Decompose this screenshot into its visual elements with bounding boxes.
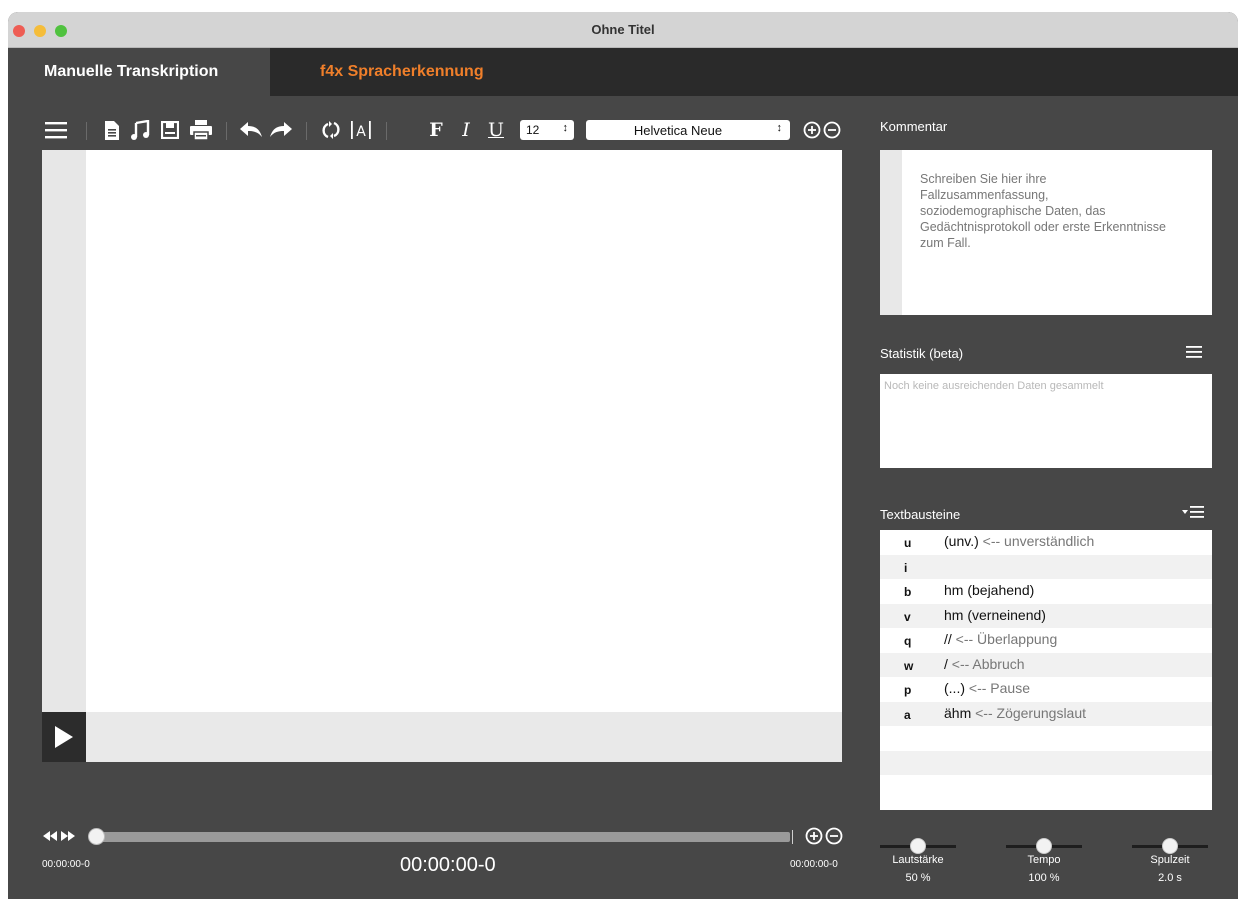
font-size-select[interactable]: 12 ↕ [520,120,574,140]
tab-manuelle-transkription[interactable]: Manuelle Transkription [8,48,270,96]
print-icon[interactable] [188,116,214,144]
slider-label: Spulzeit [1150,854,1190,866]
toolbar-separator [86,122,87,140]
statistics-label: Statistik (beta) [880,346,964,361]
sync-icon[interactable] [318,116,344,144]
slider-tempo[interactable] [1006,836,1082,856]
app-window: Ohne Titel Manuelle Transkription f4x Sp… [8,12,1238,899]
stepper-icon: ↕ [776,122,783,134]
media-transport: 00:00:00-0 00:00:00-0 00:00:00-0 [42,824,844,876]
seek-end-marker [792,830,793,844]
textbaustein-text: (...) <-- Pause [944,680,1030,696]
textbaustein-row[interactable]: q // <-- Überlappung [880,628,1212,653]
comment-label: Kommentar [880,119,948,134]
svg-text:A: A [356,124,366,140]
right-panel: Kommentar Schreiben Sie hier ihre Fallzu… [878,12,1214,899]
textbaustein-key: a [904,707,911,722]
textbaustein-text: ähm <-- Zögerungslaut [944,704,1087,721]
statistics-box: Noch keine ausreichenden Daten gesammelt [880,374,1212,468]
editor-bottom-strip [42,712,842,762]
statistics-menu-icon[interactable] [1182,342,1206,362]
textbaustein-description: <-- Überlappung [951,631,1058,647]
textbaustein-description: <-- Zögerungslaut [971,704,1087,721]
textbaustein-description: <-- unverständlich [978,533,1095,549]
stepper-icon: ↕ [562,122,569,134]
textbaustein-text: // <-- Überlappung [944,631,1058,647]
seek-track[interactable] [98,832,790,842]
textbausteine-label: Textbausteine [880,507,961,522]
slider-knob[interactable] [1162,838,1178,854]
slider-value: 50 % [905,872,931,884]
redo-icon[interactable] [268,116,294,144]
textbaustein-text: (unv.) <-- unverständlich [944,533,1095,549]
textbaustein-row[interactable] [880,775,1212,800]
time-current: 00:00:00-0 [400,854,496,876]
textbaustein-key: v [904,609,911,624]
menu-icon[interactable] [42,116,70,144]
textbaustein-key: p [904,683,912,697]
play-icon [55,726,73,748]
slider-knob[interactable] [1036,838,1052,854]
seek-knob[interactable] [88,828,105,845]
textbaustein-text: / <-- Abbruch [944,655,1025,672]
textbaustein-row[interactable]: v hm (verneinend) [880,603,1212,628]
comment-textarea[interactable]: Schreiben Sie hier ihre Fallzusammenfass… [880,150,1212,315]
undo-icon[interactable] [238,116,264,144]
play-button[interactable] [42,712,86,762]
time-end: 00:00:00-0 [790,859,838,870]
textbaustein-key: q [904,634,912,648]
textbaustein-key: b [904,585,912,599]
textbaustein-description: <-- Abbruch [947,655,1025,672]
textbaustein-description: <-- Pause [965,680,1030,696]
font-family-value: Helvetica Neue [633,123,723,138]
slider-value: 2.0 s [1158,872,1182,884]
zoom-in-icon[interactable] [804,824,824,848]
textbaustein-row[interactable]: a ähm <-- Zögerungslaut [880,701,1212,726]
slider-value: 100 % [1028,872,1060,884]
textbaustein-row[interactable] [880,750,1212,775]
zoom-out-icon[interactable] [824,824,844,848]
toolbar-separator [386,122,387,140]
textbaustein-row[interactable] [880,726,1212,751]
font-size-value: 12 [526,123,540,137]
transcript-editor[interactable] [42,150,842,762]
comment-gutter [880,150,902,315]
document-icon[interactable] [100,116,124,144]
textbaustein-key: i [904,560,908,575]
slider-spulzeit[interactable] [1132,836,1208,856]
textbaustein-row[interactable]: i [880,554,1212,579]
tab-f4x-spracherkennung[interactable]: f4x Spracherkennung [320,48,484,96]
textbaustein-row[interactable]: b hm (bejahend) [880,579,1212,604]
toolbar-separator [226,122,227,140]
zoom-out-icon[interactable] [822,116,842,144]
textbaustein-key: w [904,658,914,673]
bold-button[interactable]: F [424,116,448,144]
textbaustein-row[interactable]: w / <-- Abbruch [880,652,1212,677]
rewind-forward-icon[interactable] [42,824,76,848]
textbausteine-menu-icon[interactable] [1178,502,1208,522]
line-number-gutter [42,150,86,762]
slider-label: Tempo [1027,854,1061,866]
slider-knob[interactable] [910,838,926,854]
textbaustein-row[interactable]: u (unv.) <-- unverständlich [880,530,1212,555]
slider-lautstrke[interactable] [880,836,956,856]
slider-label: Lautstärke [892,854,944,866]
textbaustein-key: u [904,536,912,550]
underline-button[interactable]: U [484,116,508,144]
toolbar-separator [306,122,307,140]
textbausteine-list: u (unv.) <-- unverständlich i b hm (bejahend… [880,530,1212,810]
text-box-icon[interactable]: A [348,116,374,144]
textbaustein-text: hm (bejahend) [944,582,1035,598]
comment-placeholder: Schreiben Sie hier ihre Fallzusammenfass… [920,172,1166,250]
font-family-select[interactable]: Helvetica Neue ↕ [586,120,790,140]
save-icon[interactable] [158,116,182,144]
italic-button[interactable]: I [454,116,478,144]
time-start: 00:00:00-0 [42,859,90,870]
textbaustein-row[interactable]: p (...) <-- Pause [880,677,1212,702]
editor-toolbar: A F I U 12 ↕ Helvetica Neue ↕ [42,116,844,144]
statistics-empty-text: Noch keine ausreichenden Daten gesammelt [884,380,1104,392]
zoom-in-icon[interactable] [802,116,822,144]
textbaustein-text: hm (verneinend) [944,606,1046,623]
music-note-icon[interactable] [128,116,152,144]
